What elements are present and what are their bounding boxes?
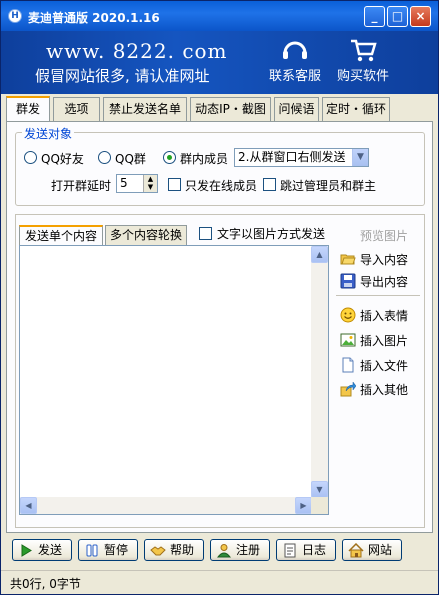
file-icon [342, 357, 354, 373]
insert-image-label: 插入图片 [360, 334, 409, 348]
scroll-up-icon[interactable]: ▲ [311, 246, 328, 263]
contact-support-button[interactable]: 联系客服 [263, 37, 327, 84]
broadcast-panel: 发送对象 QQ好友 QQ群 群内成员 2.从群窗口右侧发送 ▼ 打开群延时 5 … [6, 121, 433, 533]
import-content-label: 导入内容 [360, 253, 409, 267]
stepper-arrows-icon[interactable]: ▲ ▼ [143, 175, 157, 192]
message-editor[interactable]: ▲ ▼ ◀ ▶ [19, 245, 329, 515]
buy-software-label: 购买软件 [336, 69, 389, 84]
radio-qq-friend[interactable] [24, 151, 37, 164]
insert-emoji-label: 插入表情 [360, 309, 409, 323]
insert-file-button[interactable]: 插入文件 [336, 355, 422, 375]
handshake-icon [150, 546, 166, 556]
only-online-checkbox[interactable] [168, 178, 181, 191]
open-delay-label: 打开群延时 [51, 179, 112, 193]
minimize-button[interactable]: _ [364, 6, 385, 27]
ad-banner: www. 8222. com 假冒网站很多, 请认准网址 联系客服 购买软件 [1, 31, 438, 94]
image-icon [340, 333, 356, 347]
log-label: 日志 [302, 543, 327, 557]
insert-other-label: 插入其他 [360, 383, 409, 397]
image-mode-checkbox[interactable] [199, 227, 212, 240]
image-mode-label: 文字以图片方式发送 [217, 227, 326, 241]
scroll-down-icon[interactable]: ▼ [311, 481, 328, 498]
send-label: 发送 [38, 543, 63, 557]
log-icon [284, 543, 296, 558]
pause-icon [86, 544, 98, 557]
send-button[interactable]: 发送 [12, 539, 72, 561]
app-icon: H [8, 9, 22, 23]
buy-software-button[interactable]: 购买软件 [331, 37, 395, 84]
status-bar: 共0行, 0字节 [1, 570, 438, 594]
chevron-down-icon[interactable]: ▼ [352, 149, 368, 166]
import-content-button[interactable]: 导入内容 [336, 249, 422, 269]
window-title: 麦迪普通版 2020.1.16 [28, 11, 160, 25]
insert-image-button[interactable]: 插入图片 [336, 330, 422, 350]
insert-emoji-button[interactable]: 插入表情 [336, 305, 422, 325]
help-label: 帮助 [170, 543, 195, 557]
open-delay-value: 5 [120, 176, 128, 190]
scroll-left-icon[interactable]: ◀ [20, 497, 37, 514]
export-content-button[interactable]: 导出内容 [336, 271, 422, 291]
send-target-title: 发送对象 [22, 125, 75, 142]
radio-qq-friend-label: QQ好友 [41, 152, 84, 166]
play-icon [21, 544, 32, 557]
preview-image-label: 预览图片 [360, 229, 409, 243]
scroll-right-icon[interactable]: ▶ [295, 497, 312, 514]
banner-subtitle: 假冒网站很多, 请认准网址 [35, 67, 210, 85]
website-button[interactable]: 网站 [342, 539, 402, 561]
radio-qq-group[interactable] [98, 151, 111, 164]
pause-label: 暂停 [104, 543, 129, 557]
radio-group-members-label: 群内成员 [180, 152, 229, 166]
tab-single-content[interactable]: 发送单个内容 [19, 225, 103, 246]
register-button[interactable]: 注册 [210, 539, 270, 561]
cart-icon [351, 39, 377, 62]
horizontal-scrollbar[interactable]: ◀ ▶ [20, 497, 312, 514]
share-arrow-icon [340, 381, 356, 397]
status-text: 共0行, 0字节 [10, 577, 81, 591]
website-url: www. 8222. com [46, 39, 228, 63]
member-send-mode-select[interactable]: 2.从群窗口右侧发送 ▼ [234, 148, 369, 167]
send-target-group: 发送对象 QQ好友 QQ群 群内成员 2.从群窗口右侧发送 ▼ 打开群延时 5 … [15, 125, 425, 206]
contact-support-label: 联系客服 [268, 69, 321, 84]
close-button[interactable]: × [410, 6, 431, 27]
main-window: H 麦迪普通版 2020.1.16 _ □ × www. 8222. com 假… [0, 0, 439, 595]
preview-image-button[interactable]: 预览图片 [336, 225, 422, 245]
open-delay-stepper[interactable]: 5 ▲ ▼ [116, 174, 158, 193]
tab-broadcast[interactable]: 群发 [6, 96, 50, 122]
tab-blocklist[interactable]: 禁止发送名单 [103, 97, 187, 121]
only-online-label: 只发在线成员 [185, 179, 258, 193]
help-button[interactable]: 帮助 [144, 539, 204, 561]
vertical-scrollbar[interactable]: ▲ ▼ [311, 246, 328, 498]
content-section: 发送单个内容 多个内容轮换 文字以图片方式发送 ▲ ▼ ◀ ▶ 预览图片 导入内… [15, 214, 425, 528]
title-bar[interactable]: H 麦迪普通版 2020.1.16 _ □ × [1, 1, 438, 31]
tab-options[interactable]: 选项 [53, 97, 100, 121]
smiley-icon [340, 307, 356, 323]
tab-dynamic-ip[interactable]: 动态IP・截图 [190, 97, 271, 121]
skip-admin-label: 跳过管理员和群主 [280, 179, 377, 193]
log-button[interactable]: 日志 [276, 539, 336, 561]
tab-greeting[interactable]: 问候语 [274, 97, 319, 121]
save-disk-icon [340, 273, 356, 289]
member-send-mode-value: 2.从群窗口右侧发送 [238, 150, 346, 164]
insert-file-label: 插入文件 [360, 359, 409, 373]
tab-schedule[interactable]: 定时・循环 [322, 97, 390, 121]
export-content-label: 导出内容 [360, 275, 409, 289]
user-icon [216, 544, 232, 558]
website-label: 网站 [368, 543, 393, 557]
maximize-button[interactable]: □ [387, 6, 408, 27]
tab-multiple-content[interactable]: 多个内容轮换 [105, 225, 187, 245]
scrollbar-corner [311, 497, 328, 514]
skip-admin-checkbox[interactable] [263, 178, 276, 191]
headset-icon [283, 41, 307, 59]
radio-group-members[interactable] [163, 151, 176, 164]
radio-qq-group-label: QQ群 [115, 152, 146, 166]
home-icon [348, 543, 364, 558]
side-divider [336, 295, 420, 296]
pause-button[interactable]: 暂停 [78, 539, 138, 561]
register-label: 注册 [236, 543, 261, 557]
insert-other-button[interactable]: 插入其他 [336, 379, 422, 399]
folder-open-icon [340, 254, 356, 265]
